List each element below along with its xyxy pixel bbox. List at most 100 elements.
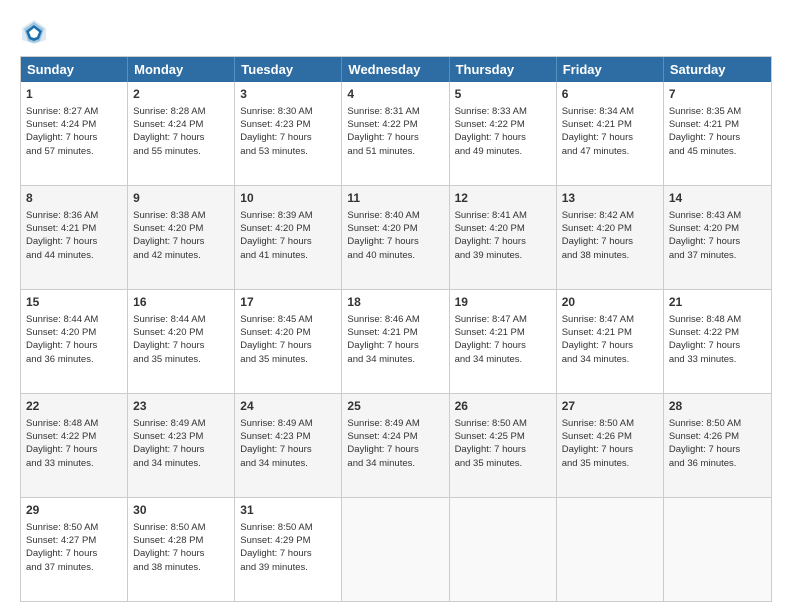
day-info-line-1: Sunrise: 8:50 AM [562, 417, 658, 430]
day-info-line-1: Sunrise: 8:41 AM [455, 209, 551, 222]
day-cell-27: 27Sunrise: 8:50 AMSunset: 4:26 PMDayligh… [557, 394, 664, 497]
day-info-line-2: Sunset: 4:20 PM [669, 222, 766, 235]
day-info-line-4: and 38 minutes. [133, 561, 229, 574]
day-info-line-3: Daylight: 7 hours [455, 235, 551, 248]
day-info-line-3: Daylight: 7 hours [669, 443, 766, 456]
day-info-line-3: Daylight: 7 hours [133, 235, 229, 248]
calendar-row-1: 1Sunrise: 8:27 AMSunset: 4:24 PMDaylight… [21, 82, 771, 186]
weekday-header-saturday: Saturday [664, 57, 771, 82]
day-info-line-2: Sunset: 4:21 PM [669, 118, 766, 131]
day-info-line-3: Daylight: 7 hours [240, 547, 336, 560]
weekday-header-friday: Friday [557, 57, 664, 82]
day-cell-24: 24Sunrise: 8:49 AMSunset: 4:23 PMDayligh… [235, 394, 342, 497]
day-info-line-1: Sunrise: 8:48 AM [26, 417, 122, 430]
day-info-line-4: and 34 minutes. [562, 353, 658, 366]
day-cell-23: 23Sunrise: 8:49 AMSunset: 4:23 PMDayligh… [128, 394, 235, 497]
day-cell-2: 2Sunrise: 8:28 AMSunset: 4:24 PMDaylight… [128, 82, 235, 185]
day-info-line-2: Sunset: 4:27 PM [26, 534, 122, 547]
day-cell-13: 13Sunrise: 8:42 AMSunset: 4:20 PMDayligh… [557, 186, 664, 289]
day-info-line-1: Sunrise: 8:49 AM [240, 417, 336, 430]
day-info-line-1: Sunrise: 8:50 AM [669, 417, 766, 430]
day-info-line-3: Daylight: 7 hours [669, 339, 766, 352]
day-info-line-4: and 44 minutes. [26, 249, 122, 262]
day-info-line-2: Sunset: 4:24 PM [26, 118, 122, 131]
day-info-line-4: and 37 minutes. [669, 249, 766, 262]
day-number: 15 [26, 294, 122, 311]
header [20, 18, 772, 46]
day-info-line-1: Sunrise: 8:47 AM [455, 313, 551, 326]
weekday-header-thursday: Thursday [450, 57, 557, 82]
weekday-header-wednesday: Wednesday [342, 57, 449, 82]
day-cell-16: 16Sunrise: 8:44 AMSunset: 4:20 PMDayligh… [128, 290, 235, 393]
day-info-line-3: Daylight: 7 hours [26, 443, 122, 456]
day-info-line-3: Daylight: 7 hours [26, 339, 122, 352]
calendar-row-4: 22Sunrise: 8:48 AMSunset: 4:22 PMDayligh… [21, 394, 771, 498]
day-number: 26 [455, 398, 551, 415]
day-number: 6 [562, 86, 658, 103]
day-info-line-4: and 34 minutes. [455, 353, 551, 366]
day-number: 20 [562, 294, 658, 311]
day-cell-25: 25Sunrise: 8:49 AMSunset: 4:24 PMDayligh… [342, 394, 449, 497]
day-info-line-2: Sunset: 4:21 PM [455, 326, 551, 339]
day-info-line-3: Daylight: 7 hours [347, 235, 443, 248]
day-number: 18 [347, 294, 443, 311]
day-info-line-4: and 36 minutes. [669, 457, 766, 470]
day-info-line-2: Sunset: 4:22 PM [669, 326, 766, 339]
day-number: 1 [26, 86, 122, 103]
day-cell-11: 11 Sunrise: 8:40 AMSunset: 4:20 PMDayligh… [342, 186, 449, 289]
day-info-line-2: Sunset: 4:23 PM [240, 118, 336, 131]
day-info-line-3: Daylight: 7 hours [562, 131, 658, 144]
day-number: 11 [347, 190, 443, 207]
day-info-line-2: Sunset: 4:28 PM [133, 534, 229, 547]
day-info-line-2: Sunset: 4:21 PM [347, 326, 443, 339]
day-info-line-3: Daylight: 7 hours [347, 339, 443, 352]
day-number: 8 [26, 190, 122, 207]
day-info-line-2: Sunset: 4:29 PM [240, 534, 336, 547]
calendar: SundayMondayTuesdayWednesdayThursdayFrid… [20, 56, 772, 602]
day-info-line-2: Sunset: 4:26 PM [669, 430, 766, 443]
day-number: 12 [455, 190, 551, 207]
day-info-line-2: Sunset: 4:20 PM [562, 222, 658, 235]
day-cell-10: 10Sunrise: 8:39 AMSunset: 4:20 PMDayligh… [235, 186, 342, 289]
day-info-line-4: and 33 minutes. [26, 457, 122, 470]
day-number: 28 [669, 398, 766, 415]
day-info-line-4: and 35 minutes. [562, 457, 658, 470]
day-info-line-4: and 34 minutes. [240, 457, 336, 470]
day-info-line-3: Daylight: 7 hours [133, 443, 229, 456]
day-number: 30 [133, 502, 229, 519]
day-info-line-2: Sunset: 4:22 PM [347, 118, 443, 131]
day-number: 13 [562, 190, 658, 207]
day-info-line-4: and 40 minutes. [347, 249, 443, 262]
day-info-line-4: and 42 minutes. [133, 249, 229, 262]
day-info-line-2: Sunset: 4:20 PM [133, 326, 229, 339]
day-number: 7 [669, 86, 766, 103]
day-number: 21 [669, 294, 766, 311]
day-info-line-4: and 33 minutes. [669, 353, 766, 366]
day-info-line-1: Sunrise: 8:33 AM [455, 105, 551, 118]
day-number: 9 [133, 190, 229, 207]
day-info-line-2: Sunset: 4:20 PM [240, 326, 336, 339]
day-info-line-4: and 51 minutes. [347, 145, 443, 158]
day-cell-14: 14Sunrise: 8:43 AMSunset: 4:20 PMDayligh… [664, 186, 771, 289]
day-number: 19 [455, 294, 551, 311]
day-info-line-1: Sunrise: 8:30 AM [240, 105, 336, 118]
day-info-line-3: Daylight: 7 hours [240, 131, 336, 144]
day-info-line-1: Sunrise: 8:40 AM [347, 209, 443, 222]
calendar-row-3: 15Sunrise: 8:44 AMSunset: 4:20 PMDayligh… [21, 290, 771, 394]
day-info-line-2: Sunset: 4:20 PM [347, 222, 443, 235]
day-info-line-4: and 34 minutes. [347, 353, 443, 366]
day-info-line-4: and 47 minutes. [562, 145, 658, 158]
day-info-line-3: Daylight: 7 hours [562, 443, 658, 456]
day-cell-21: 21Sunrise: 8:48 AMSunset: 4:22 PMDayligh… [664, 290, 771, 393]
day-number: 29 [26, 502, 122, 519]
day-cell-3: 3Sunrise: 8:30 AMSunset: 4:23 PMDaylight… [235, 82, 342, 185]
empty-cell [664, 498, 771, 601]
day-info-line-3: Daylight: 7 hours [562, 235, 658, 248]
calendar-body: 1Sunrise: 8:27 AMSunset: 4:24 PMDaylight… [21, 82, 771, 601]
day-info-line-1: Sunrise: 8:39 AM [240, 209, 336, 222]
day-info-line-1: Sunrise: 8:44 AM [133, 313, 229, 326]
day-info-line-2: Sunset: 4:20 PM [26, 326, 122, 339]
day-info-line-4: and 49 minutes. [455, 145, 551, 158]
day-info-line-3: Daylight: 7 hours [26, 547, 122, 560]
day-info-line-3: Daylight: 7 hours [133, 339, 229, 352]
